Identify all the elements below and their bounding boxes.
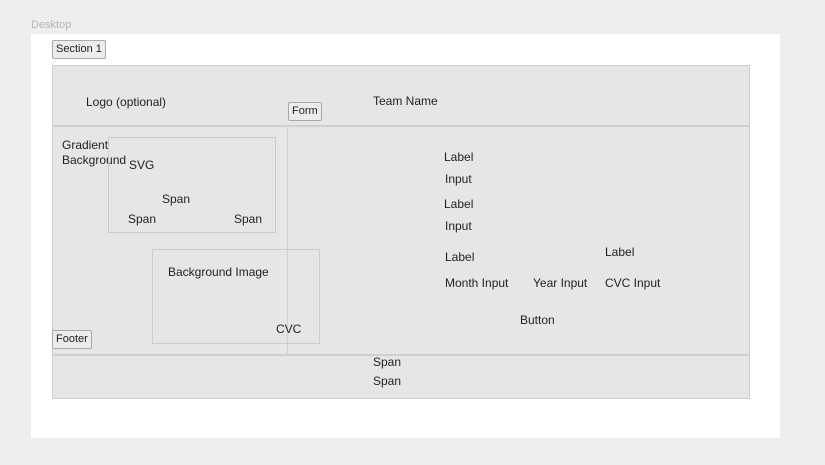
form-input-1[interactable]: Input xyxy=(445,172,472,186)
form-input-2[interactable]: Input xyxy=(445,219,472,233)
svg-label: SVG xyxy=(129,158,155,172)
submit-button[interactable]: Button xyxy=(520,313,555,327)
form-label-1: Label xyxy=(444,150,474,164)
footer-span-2: Span xyxy=(373,374,402,388)
month-input[interactable]: Month Input xyxy=(445,276,508,290)
card-cvc-label: CVC xyxy=(276,322,302,336)
section-1-chip[interactable]: Section 1 xyxy=(52,40,106,59)
desktop-label: Desktop xyxy=(31,19,72,31)
card-span-left: Span xyxy=(128,212,157,226)
team-name: Team Name xyxy=(373,94,438,108)
card-span-center: Span xyxy=(162,192,191,206)
card-span-right: Span xyxy=(234,212,263,226)
logo-placeholder: Logo (optional) xyxy=(86,95,167,109)
footer-chip[interactable]: Footer xyxy=(52,330,92,349)
form-label-4: Label xyxy=(605,245,635,259)
cvc-input[interactable]: CVC Input xyxy=(605,276,660,290)
form-label-3: Label xyxy=(445,250,475,264)
year-input[interactable]: Year Input xyxy=(533,276,587,290)
form-chip[interactable]: Form xyxy=(288,102,322,121)
form-label-2: Label xyxy=(444,197,474,211)
footer-span-1: Span xyxy=(373,355,402,369)
background-image-label: Background Image xyxy=(168,265,269,279)
